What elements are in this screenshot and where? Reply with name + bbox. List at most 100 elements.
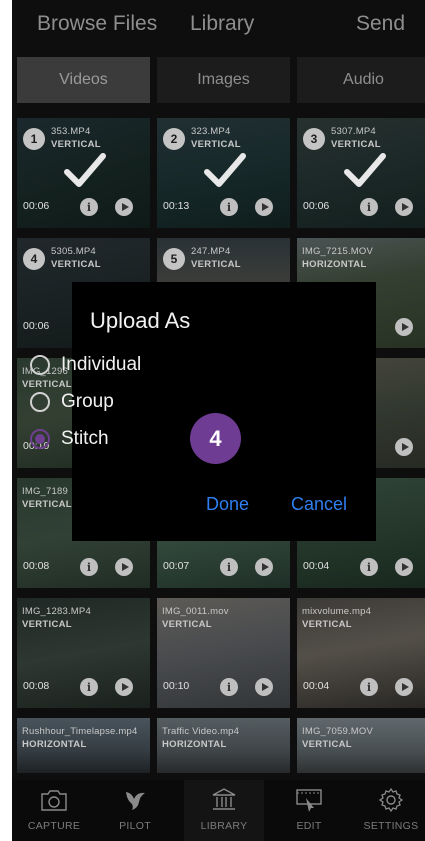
selection-order-badge: 3 <box>303 128 325 150</box>
video-duration: 00:04 <box>303 560 330 572</box>
radio-selected-icon[interactable] <box>30 429 50 449</box>
option-individual[interactable]: Individual <box>30 352 141 378</box>
checkmark-icon <box>204 153 246 187</box>
library-tab[interactable]: Library <box>190 12 254 36</box>
selection-order-badge: 5 <box>163 248 185 270</box>
video-orientation: HORIZONTAL <box>22 739 87 750</box>
video-tile[interactable]: Traffic Video.mp4 HORIZONTAL <box>157 718 290 773</box>
gear-icon <box>378 787 404 813</box>
option-label: Group <box>61 391 114 412</box>
video-tile[interactable]: 5307.MP4 VERTICAL 00:06 i 3 <box>297 118 425 228</box>
video-orientation: HORIZONTAL <box>162 739 227 750</box>
video-tile[interactable]: mixvolume.mp4 VERTICAL 00:04 i <box>297 598 425 708</box>
play-icon[interactable] <box>115 678 133 696</box>
video-orientation: VERTICAL <box>22 619 72 630</box>
video-tile[interactable]: IMG_7059.MOV VERTICAL <box>297 718 425 773</box>
play-icon[interactable] <box>255 678 273 696</box>
browse-files-tab[interactable]: Browse Files <box>37 12 157 36</box>
tab-images[interactable]: Images <box>157 57 290 103</box>
video-duration: 00:06 <box>23 320 50 332</box>
video-orientation: VERTICAL <box>22 499 72 510</box>
nav-edit[interactable]: EDIT <box>269 780 349 841</box>
info-icon[interactable]: i <box>80 198 98 216</box>
library-icon <box>212 788 236 810</box>
radio-unselected-icon[interactable] <box>30 392 50 412</box>
video-filename: 353.MP4 <box>51 126 91 137</box>
info-icon[interactable]: i <box>220 558 238 576</box>
video-filename: 5307.MP4 <box>331 126 376 137</box>
video-duration: 00:08 <box>23 560 50 572</box>
info-icon[interactable]: i <box>360 198 378 216</box>
video-filename: Rushhour_Timelapse.mp4 <box>22 726 138 737</box>
info-icon[interactable]: i <box>220 678 238 696</box>
selection-order-badge: 4 <box>23 248 45 270</box>
video-orientation: VERTICAL <box>302 619 352 630</box>
nav-library[interactable]: LIBRARY <box>184 780 264 841</box>
dialog-title: Upload As <box>90 308 191 333</box>
tab-audio[interactable]: Audio <box>297 57 425 103</box>
nav-pilot[interactable]: PILOT <box>95 780 175 841</box>
info-icon[interactable]: i <box>360 558 378 576</box>
video-duration: 00:10 <box>163 680 190 692</box>
nav-label: LIBRARY <box>200 820 248 832</box>
cancel-button[interactable]: Cancel <box>291 494 347 515</box>
video-filename: Traffic Video.mp4 <box>162 726 240 737</box>
video-tile[interactable]: Rushhour_Timelapse.mp4 HORIZONTAL <box>17 718 150 773</box>
video-duration: 00:13 <box>163 200 190 212</box>
play-icon[interactable] <box>395 318 413 336</box>
video-filename: 247.MP4 <box>191 246 231 257</box>
edit-film-icon <box>296 789 322 812</box>
info-icon[interactable]: i <box>360 678 378 696</box>
video-filename: IMG_0011.mov <box>162 606 229 617</box>
video-filename: IMG_7215.MOV <box>302 246 374 257</box>
nav-settings[interactable]: SETTINGS <box>351 780 425 841</box>
video-tile[interactable]: IMG_1283.MP4 VERTICAL 00:08 i <box>17 598 150 708</box>
play-icon[interactable] <box>395 678 413 696</box>
checkmark-icon <box>344 153 386 187</box>
video-filename: 323.MP4 <box>191 126 231 137</box>
step-number-badge: 4 <box>190 413 241 464</box>
video-filename: IMG_7189 <box>22 486 68 497</box>
info-icon[interactable]: i <box>220 198 238 216</box>
done-button[interactable]: Done <box>206 494 249 515</box>
play-icon[interactable] <box>395 558 413 576</box>
info-icon[interactable]: i <box>80 678 98 696</box>
app-screen: Browse Files Library Send Videos Images … <box>12 0 425 841</box>
option-stitch[interactable]: Stitch <box>30 426 109 452</box>
video-duration: 00:08 <box>23 680 50 692</box>
video-filename: mixvolume.mp4 <box>302 606 372 617</box>
video-orientation: VERTICAL <box>191 259 241 270</box>
video-filename: 5305.MP4 <box>51 246 96 257</box>
info-icon[interactable]: i <box>80 558 98 576</box>
selection-order-badge: 2 <box>163 128 185 150</box>
tab-videos[interactable]: Videos <box>17 57 150 103</box>
play-icon[interactable] <box>115 558 133 576</box>
video-duration: 00:06 <box>23 200 50 212</box>
play-icon[interactable] <box>395 198 413 216</box>
video-orientation: VERTICAL <box>162 619 212 630</box>
nav-capture[interactable]: CAPTURE <box>14 780 94 841</box>
pilot-bird-icon <box>126 792 145 810</box>
send-button[interactable]: Send <box>356 12 405 36</box>
play-icon[interactable] <box>115 198 133 216</box>
camera-icon <box>41 790 67 811</box>
option-group[interactable]: Group <box>30 389 114 415</box>
play-icon[interactable] <box>395 438 413 456</box>
play-icon[interactable] <box>255 198 273 216</box>
video-tile[interactable]: IMG_0011.mov VERTICAL 00:10 i <box>157 598 290 708</box>
nav-label: CAPTURE <box>27 820 81 832</box>
play-icon[interactable] <box>255 558 273 576</box>
video-tile[interactable]: 323.MP4 VERTICAL 00:13 i 2 <box>157 118 290 228</box>
top-bar: Browse Files Library Send <box>12 0 425 50</box>
nav-label: SETTINGS <box>363 820 419 832</box>
radio-unselected-icon[interactable] <box>30 355 50 375</box>
video-duration: 00:06 <box>303 200 330 212</box>
video-orientation: VERTICAL <box>51 259 101 270</box>
option-label: Individual <box>61 354 142 375</box>
video-tile[interactable]: 353.MP4 VERTICAL 00:06 i 1 <box>17 118 150 228</box>
checkmark-icon <box>64 153 106 187</box>
video-orientation: VERTICAL <box>302 739 352 750</box>
video-filename: IMG_7059.MOV <box>302 726 374 737</box>
option-label: Stitch <box>61 428 109 449</box>
video-duration: 00:07 <box>163 560 190 572</box>
